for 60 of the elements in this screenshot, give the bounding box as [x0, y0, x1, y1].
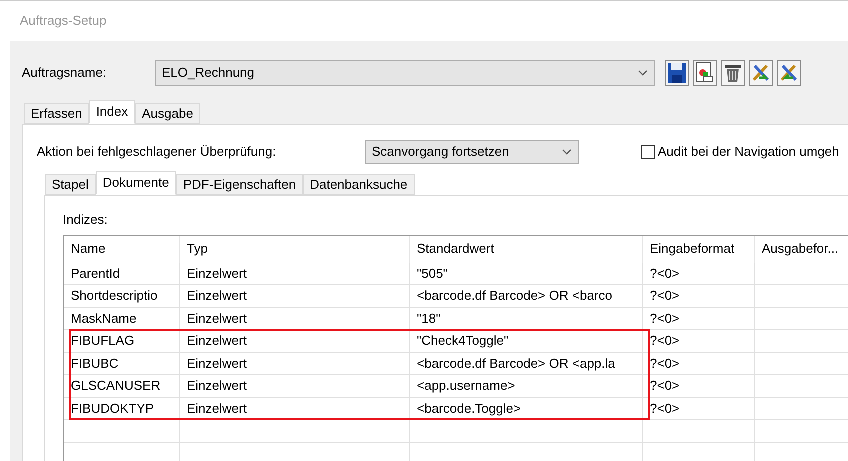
tools-icon	[779, 62, 799, 84]
table-cell: ?<0>	[643, 262, 755, 284]
tab[interactable]: Stapel	[45, 174, 96, 195]
table-cell: ?<0>	[643, 308, 755, 329]
column-header[interactable]: Eingabeformat	[643, 236, 755, 262]
table-cell: "Check4Toggle"	[410, 330, 643, 352]
tools-button[interactable]	[749, 60, 773, 86]
document-icon	[695, 62, 715, 84]
table-cell: ?<0>	[643, 398, 755, 419]
tab[interactable]: Erfassen	[24, 103, 90, 124]
table-cell: Einzelwert	[180, 330, 410, 352]
audit-checkbox[interactable]: Audit bei der Navigation umgeh	[641, 142, 840, 162]
table-cell: MaskName	[64, 308, 180, 329]
table-cell: ?<0>	[643, 285, 755, 306]
save-button[interactable]	[665, 60, 689, 86]
table-cell: Einzelwert	[180, 285, 410, 306]
table-cell: <barcode.Toggle>	[410, 398, 643, 419]
table-cell: Einzelwert	[180, 352, 410, 374]
table-cell: ?<0>	[643, 375, 755, 396]
checkbox[interactable]	[641, 145, 655, 159]
tools-button[interactable]	[777, 60, 801, 86]
field-label: Auftragsname:	[22, 64, 108, 82]
table-cell: Shortdescriptio	[64, 285, 180, 306]
table-cell: <barcode.df Barcode> OR <app.la	[410, 352, 643, 374]
job-dropdown[interactable]: ELO_Rechnung	[155, 60, 655, 86]
table-cell: ParentId	[64, 262, 180, 284]
tab[interactable]: Index	[89, 100, 136, 124]
tools-icon	[751, 62, 771, 84]
floppy-icon	[667, 62, 687, 84]
table-cell: FIBUDOKTYP	[64, 398, 180, 419]
action-dropdown[interactable]: Scanvorgang fortsetzen	[365, 140, 579, 164]
column-header[interactable]: Name	[64, 236, 180, 262]
column-header[interactable]: Typ	[180, 236, 410, 262]
tab[interactable]: Datenbanksuche	[303, 174, 415, 195]
table-cell: "18"	[410, 308, 643, 329]
column-header[interactable]: Standardwert	[410, 236, 643, 262]
section-label: Indizes:	[63, 211, 109, 229]
table-cell: FIBUBC	[64, 352, 180, 374]
table-cell: <barcode.df Barcode> OR <barco	[410, 285, 643, 306]
trash-icon	[723, 62, 743, 84]
column-header[interactable]: Ausgabefor...	[755, 236, 848, 262]
table-cell: ?<0>	[643, 352, 755, 374]
chevron-icon	[562, 149, 572, 155]
delete-button[interactable]	[721, 60, 745, 86]
table-cell: "505"	[410, 262, 643, 284]
table-cell: Einzelwert	[180, 375, 410, 396]
tab[interactable]: Ausgabe	[135, 103, 200, 124]
table-cell: Einzelwert	[180, 398, 410, 419]
table-cell: FIBUFLAG	[64, 330, 180, 352]
chevron-icon	[638, 70, 648, 76]
table-cell: <app.username>	[410, 375, 643, 396]
field-label: Aktion bei fehlgeschlagener Überprüfung:	[37, 143, 278, 162]
document-button[interactable]	[693, 60, 717, 86]
tab[interactable]: Dokumente	[96, 171, 176, 195]
window-title: Auftrags-Setup	[20, 12, 107, 30]
table-cell: Einzelwert	[180, 262, 410, 284]
table-cell: Einzelwert	[180, 308, 410, 329]
table-cell: GLSCANUSER	[64, 375, 180, 396]
table-cell: ?<0>	[643, 330, 755, 352]
tab[interactable]: PDF-Eigenschaften	[176, 174, 304, 195]
